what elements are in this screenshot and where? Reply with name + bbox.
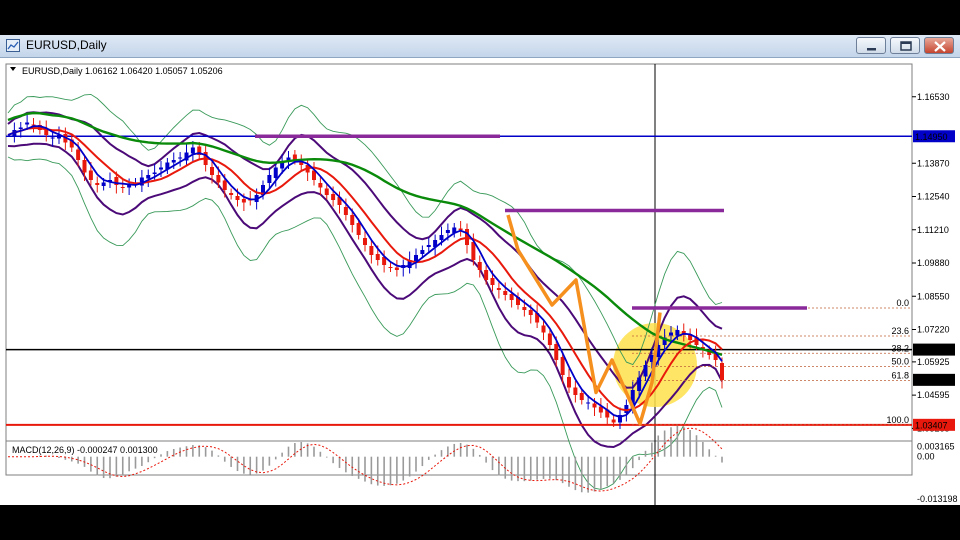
- candle-body: [388, 267, 393, 268]
- candle-body: [560, 357, 565, 375]
- candle-body: [579, 393, 584, 400]
- y-tick-label: 1.04595: [917, 390, 950, 400]
- fib-level-label: 100.0: [886, 415, 909, 425]
- candle-body: [509, 294, 514, 300]
- candle-body: [222, 180, 227, 190]
- candle-body: [643, 365, 648, 377]
- candle-body: [675, 330, 680, 336]
- price-label-text: 1.06416: [915, 345, 948, 355]
- candle-body: [554, 344, 559, 360]
- candle-body: [171, 160, 176, 163]
- y-tick-label: 1.11210: [917, 225, 949, 235]
- candle-body: [586, 402, 591, 404]
- candle-body: [611, 419, 616, 423]
- candle-body: [235, 196, 240, 200]
- candle-body: [375, 254, 380, 260]
- candle-body: [190, 147, 195, 154]
- y-tick-label: 1.08550: [917, 291, 950, 301]
- candle-body: [95, 183, 100, 185]
- candle-body: [471, 242, 476, 260]
- candle-body: [484, 270, 489, 280]
- y-tick-label: 1.07220: [917, 325, 950, 335]
- candle-body: [331, 194, 336, 200]
- candle-body: [82, 160, 87, 173]
- candle-body: [720, 363, 724, 380]
- candle-body: [318, 183, 323, 188]
- candle-body: [76, 149, 81, 160]
- candle-body: [573, 387, 578, 395]
- candle-body: [477, 262, 482, 270]
- candle-body: [420, 250, 425, 254]
- candle-body: [669, 332, 673, 336]
- chart-window: EURUSD,Daily 0.0 23.6 38.2 50.0 61.8 100.0 1.…: [0, 35, 960, 505]
- macd-tick-label: 0.00: [917, 452, 935, 462]
- y-tick-label: 1.05925: [917, 357, 950, 367]
- candle-body: [280, 162, 285, 169]
- candle-body: [159, 167, 163, 170]
- macd-tick-label: 0.003165: [917, 441, 955, 451]
- y-tick-label: 1.16530: [917, 92, 950, 102]
- plot-frame: [5, 63, 913, 476]
- candle-body: [210, 167, 214, 175]
- candle-body: [490, 278, 495, 285]
- candle-body: [592, 403, 597, 408]
- candle-body: [637, 377, 642, 391]
- candle-body: [356, 223, 361, 235]
- fib-level-label: 23.6: [891, 326, 909, 336]
- candle-body: [146, 175, 151, 179]
- candle-body: [426, 245, 431, 247]
- candle-body: [50, 137, 55, 139]
- y-tick-label: 1.12540: [917, 192, 950, 202]
- fib-level-label: 38.2: [891, 343, 909, 353]
- candle-body: [241, 199, 246, 203]
- macd-tick-label: -0.013198: [917, 494, 958, 504]
- candle-body: [547, 333, 552, 345]
- candle-body: [18, 127, 23, 129]
- price-label-text: 1.03407: [915, 420, 948, 430]
- candle-body: [369, 246, 374, 255]
- candle-body: [324, 188, 329, 195]
- candle-body: [503, 291, 508, 295]
- candle-body: [229, 193, 234, 195]
- candle-body: [528, 310, 533, 315]
- candle-body: [394, 267, 399, 270]
- candle-body: [343, 207, 348, 215]
- candle-body: [414, 255, 418, 261]
- candle-body: [350, 215, 355, 225]
- candle-body: [624, 405, 629, 413]
- candle-body: [496, 288, 501, 290]
- candle-body: [216, 175, 221, 183]
- y-tick-label: 1.09880: [917, 258, 950, 268]
- fib-level-label: 61.8: [891, 371, 909, 381]
- candle-body: [445, 230, 450, 233]
- candle-body: [541, 325, 546, 333]
- price-label-text: 1.05206: [915, 375, 948, 385]
- ohlc-label: EURUSD,Daily 1.06162 1.06420 1.05057 1.0…: [22, 66, 223, 76]
- macd-label: MACD(12,26,9) -0.000247 0.001300: [12, 445, 158, 455]
- candle-body: [178, 157, 183, 159]
- candle-body: [88, 170, 93, 180]
- fib-level-label: 50.0: [891, 357, 909, 367]
- candle-body: [273, 167, 278, 178]
- candle-body: [567, 377, 571, 388]
- candle-body: [363, 238, 367, 245]
- candle-body: [267, 175, 272, 183]
- candle-body: [152, 172, 157, 174]
- price-label-text: 1.14950: [915, 132, 948, 142]
- price-chart[interactable]: 0.0 23.6 38.2 50.0 61.8 100.0 1.16530 1.13870 1…: [0, 35, 960, 505]
- candle-body: [522, 307, 527, 310]
- candle-body: [120, 187, 125, 188]
- candle-body: [25, 122, 30, 125]
- candle-body: [439, 235, 444, 240]
- y-tick-label: 1.13870: [917, 158, 950, 168]
- candle-body: [101, 182, 106, 186]
- fib-level-label: 0.0: [896, 298, 909, 308]
